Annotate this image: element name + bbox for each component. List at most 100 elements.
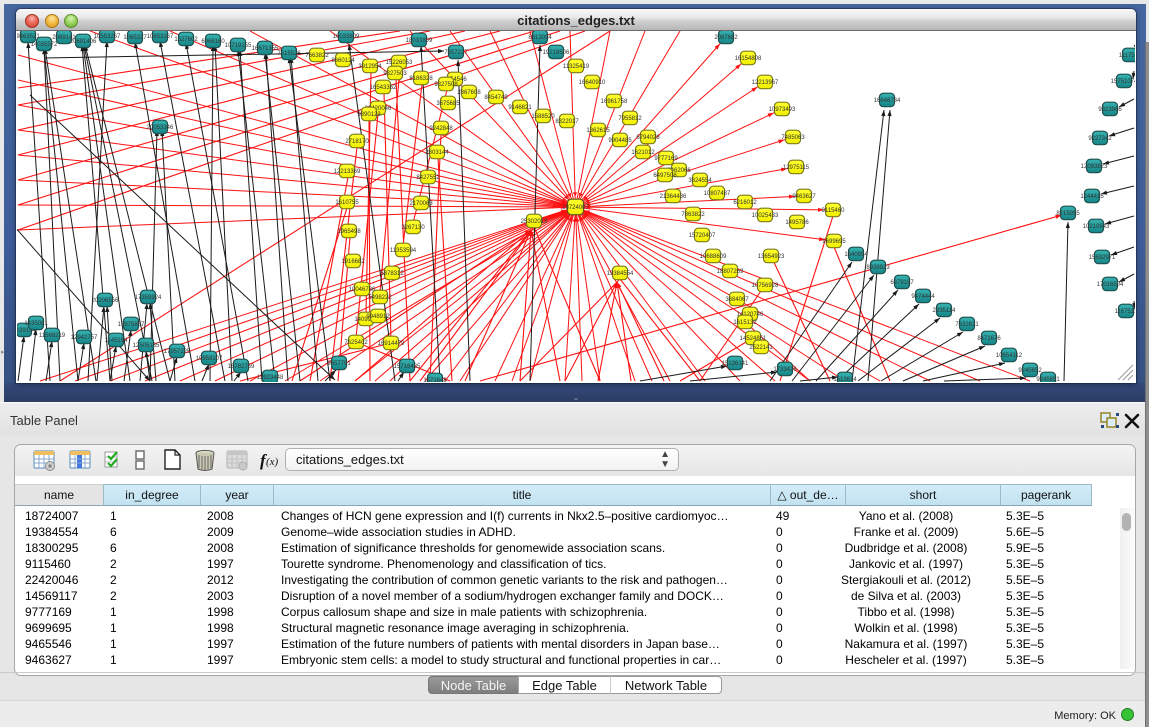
svg-text:13654923: 13654923 <box>758 254 785 260</box>
svg-text:1588520: 1588520 <box>531 114 555 120</box>
svg-text:1615132: 1615132 <box>733 320 757 326</box>
svg-text:3824554: 3824554 <box>688 178 712 184</box>
svg-text:9327508: 9327508 <box>434 82 458 88</box>
svg-text:12975115: 12975115 <box>783 165 810 171</box>
svg-text:9890123: 9890123 <box>357 112 381 118</box>
svg-text:20206556: 20206556 <box>92 298 119 304</box>
svg-text:15692971: 15692971 <box>1089 255 1116 261</box>
svg-text:3675685: 3675685 <box>436 101 460 107</box>
svg-text:25302013: 25302013 <box>521 219 548 225</box>
svg-text:17359924: 17359924 <box>135 295 162 301</box>
svg-text:16033809: 16033809 <box>333 34 360 40</box>
svg-text:17957225: 17957225 <box>164 349 191 355</box>
svg-text:9146821: 9146821 <box>508 105 532 111</box>
svg-text:2087682: 2087682 <box>714 35 738 41</box>
svg-text:12942757: 12942757 <box>71 335 98 341</box>
svg-text:10958107: 10958107 <box>196 356 223 362</box>
svg-text:16782759: 16782759 <box>228 364 255 370</box>
svg-text:16154808: 16154808 <box>735 56 762 62</box>
svg-text:3684067: 3684067 <box>725 297 749 303</box>
svg-text:1362615: 1362615 <box>586 128 610 134</box>
svg-text:9115460: 9115460 <box>822 208 846 214</box>
svg-text:6966160: 6966160 <box>201 39 225 45</box>
svg-text:2522141: 2522141 <box>749 345 773 351</box>
svg-text:9327503: 9327503 <box>383 71 407 77</box>
svg-text:9699695: 9699695 <box>822 239 846 245</box>
svg-text:6216012: 6216012 <box>733 200 757 206</box>
svg-text:18033809: 18033809 <box>406 38 433 44</box>
svg-text:16543362: 16543362 <box>370 85 397 91</box>
svg-text:12505185: 12505185 <box>133 343 160 349</box>
svg-text:7485063: 7485063 <box>781 135 805 141</box>
svg-text:5498222: 5498222 <box>368 295 392 301</box>
svg-text:8186328: 8186328 <box>409 76 433 82</box>
svg-text:6794028: 6794028 <box>636 135 660 141</box>
svg-text:2170063: 2170063 <box>409 201 433 207</box>
svg-text:18724007: 18724007 <box>562 205 589 211</box>
svg-text:7357227: 7357227 <box>444 50 468 56</box>
svg-text:1621012: 1621012 <box>631 150 655 156</box>
svg-text:1733426: 1733426 <box>773 367 797 373</box>
svg-text:1527602: 1527602 <box>174 37 198 43</box>
svg-text:9245652: 9245652 <box>1018 368 1042 374</box>
svg-text:1965498: 1965498 <box>337 229 361 235</box>
svg-text:19384554: 19384554 <box>607 271 634 277</box>
svg-text:17016504: 17016504 <box>1097 282 1124 288</box>
svg-text:1916682: 1916682 <box>341 259 365 265</box>
svg-text:16671355: 16671355 <box>252 46 279 52</box>
svg-text:8454749: 8454749 <box>484 95 508 101</box>
svg-text:11568219: 11568219 <box>39 333 66 339</box>
svg-text:1065327: 1065327 <box>123 35 147 41</box>
svg-text:3912954: 3912954 <box>358 64 382 70</box>
svg-text:2935114: 2935114 <box>933 308 957 314</box>
svg-text:16640910: 16640910 <box>579 80 606 86</box>
svg-text:14035572: 14035572 <box>31 42 58 48</box>
svg-text:19218506: 19218506 <box>543 50 570 56</box>
svg-text:6879197: 6879197 <box>890 280 914 286</box>
svg-text:1167533: 1167533 <box>1115 309 1135 315</box>
svg-text:8938923: 8938923 <box>866 265 890 271</box>
svg-text:2718170: 2718170 <box>345 139 369 145</box>
svg-text:8813094: 8813094 <box>528 35 552 41</box>
svg-text:10756928: 10756928 <box>752 283 779 289</box>
svg-text:15226053: 15226053 <box>386 60 413 66</box>
svg-text:8660124: 8660124 <box>331 58 355 64</box>
svg-text:1640954: 1640954 <box>844 252 868 258</box>
svg-text:12213369: 12213369 <box>334 169 361 175</box>
svg-text:15716485: 15716485 <box>394 364 421 370</box>
svg-text:11353594: 11353594 <box>390 248 417 254</box>
svg-text:15751074: 15751074 <box>1111 79 1135 85</box>
svg-text:8427552: 8427552 <box>416 175 440 181</box>
svg-text:10688609: 10688609 <box>700 254 727 260</box>
svg-text:15136141: 15136141 <box>722 361 749 367</box>
svg-text:8215955: 8215955 <box>1056 211 1080 217</box>
svg-text:18807269: 18807269 <box>717 269 744 275</box>
svg-text:16648784: 16648784 <box>874 98 901 104</box>
svg-text:6497508: 6497508 <box>653 173 677 179</box>
svg-text:10719155: 10719155 <box>225 43 252 49</box>
svg-text:10973493: 10973493 <box>769 107 796 113</box>
svg-text:9777169: 9777169 <box>654 156 678 162</box>
svg-text:11325419: 11325419 <box>563 64 590 70</box>
svg-text:1513614: 1513614 <box>833 377 857 382</box>
svg-text:9657791: 9657791 <box>327 361 351 367</box>
svg-text:7663822: 7663822 <box>305 53 329 59</box>
svg-text:7863822: 7863822 <box>681 212 705 218</box>
svg-text:1117534: 1117534 <box>1119 53 1135 59</box>
svg-text:12213967: 12213967 <box>752 80 779 86</box>
svg-text:1435081: 1435081 <box>24 321 48 327</box>
svg-text:(x): (x) <box>266 456 279 468</box>
svg-text:9323966: 9323966 <box>1098 107 1122 113</box>
svg-text:15720407: 15720407 <box>689 233 716 239</box>
svg-text:1244415: 1244415 <box>1080 194 1104 200</box>
svg-text:7632621: 7632621 <box>955 322 979 328</box>
svg-text:10975867: 10975867 <box>118 322 145 328</box>
svg-text:7515526: 7515526 <box>277 51 301 57</box>
svg-text:10046786: 10046786 <box>349 287 376 293</box>
svg-text:9474444: 9474444 <box>911 294 935 300</box>
svg-text:9242848: 9242848 <box>429 126 453 132</box>
svg-text:5878312: 5878312 <box>380 271 404 277</box>
svg-text:8322017: 8322017 <box>555 119 579 125</box>
svg-text:16914479: 16914479 <box>378 341 405 347</box>
svg-text:20053346: 20053346 <box>147 125 174 131</box>
